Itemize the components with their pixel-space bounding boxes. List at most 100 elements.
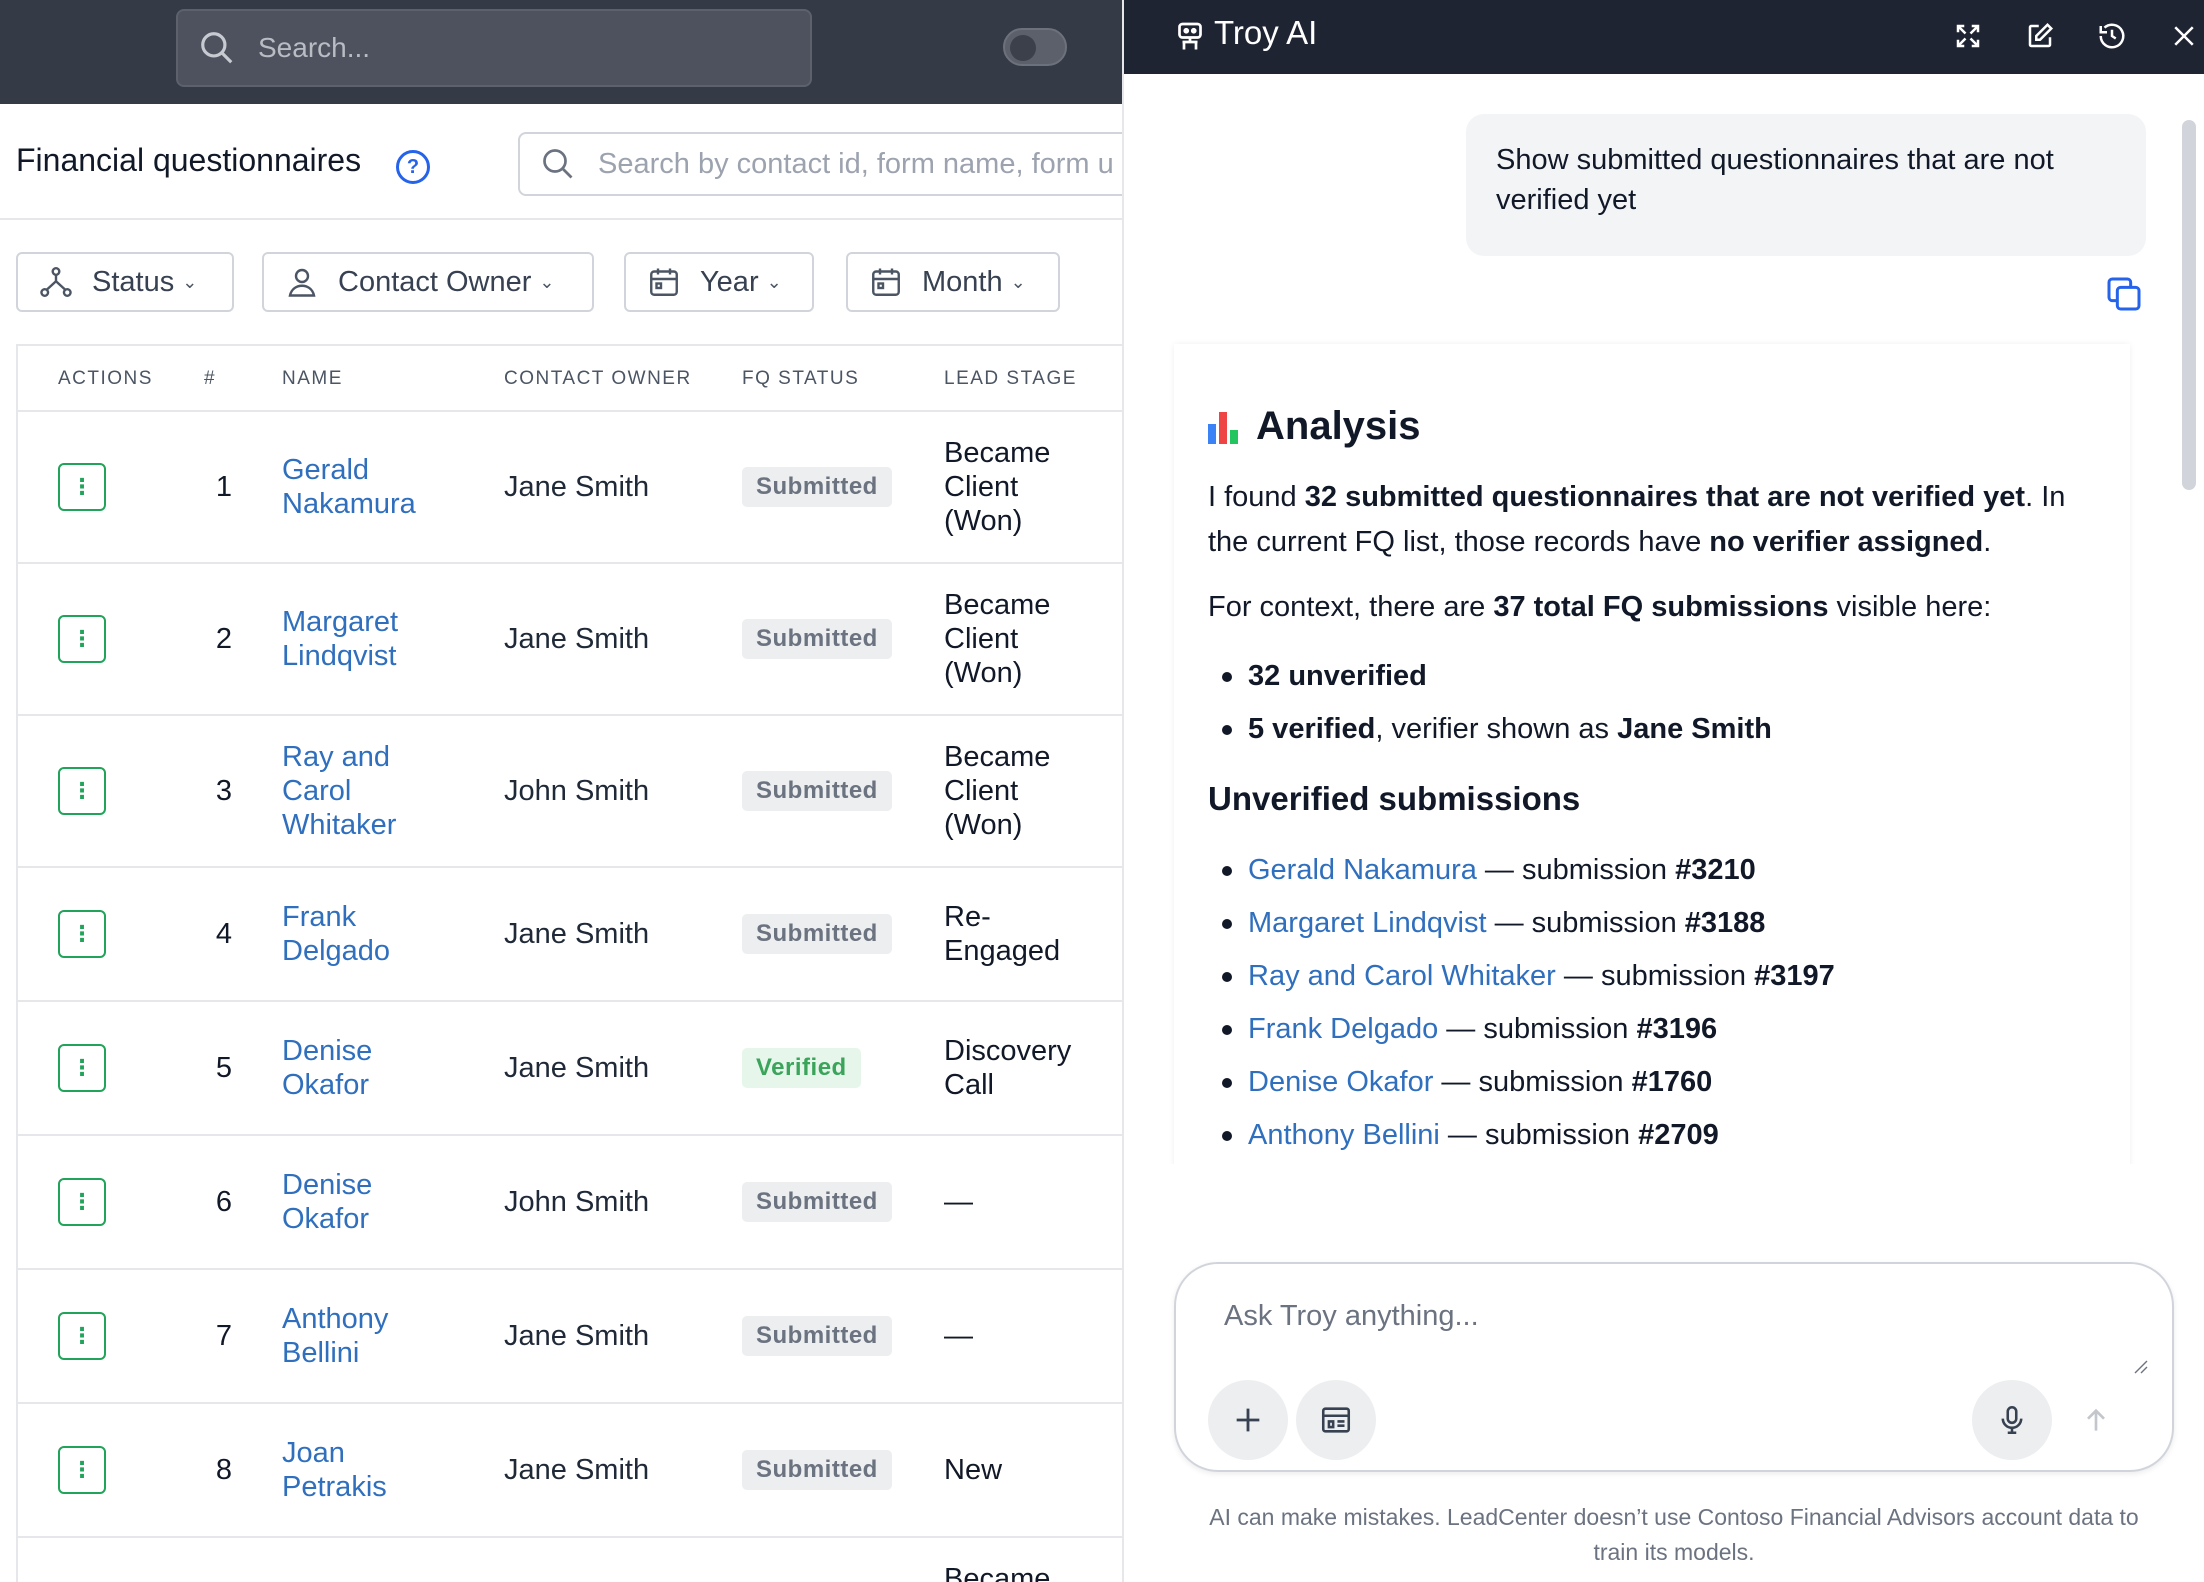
contact-name-link[interactable]: Margaret Lindqvist bbox=[282, 605, 432, 673]
table-row: ⋮ 1 Gerald Nakamura Jane Smith Submitted… bbox=[18, 412, 1122, 564]
month-filter[interactable]: Month ⌄ bbox=[846, 252, 1060, 312]
close-icon[interactable] bbox=[2164, 16, 2204, 56]
table-row: ⋮ 6 Denise Okafor John Smith Submitted — bbox=[18, 1136, 1122, 1270]
toggle-knob bbox=[1010, 35, 1036, 61]
contact-name-link[interactable]: Ray and Carol Whitaker bbox=[282, 740, 432, 842]
text-span: , verifier shown as bbox=[1375, 713, 1618, 745]
history-icon[interactable] bbox=[2092, 16, 2132, 56]
contact-owner-filter-label: Contact Owner bbox=[338, 265, 532, 298]
header-lead-stage[interactable]: LEAD STAGE bbox=[944, 368, 1077, 390]
row-number: 3 bbox=[215, 775, 233, 807]
contact-owner: Jane Smith bbox=[504, 918, 650, 950]
templates-button[interactable] bbox=[1296, 1380, 1376, 1460]
chevron-down-icon: ⌄ bbox=[766, 271, 782, 292]
row-actions-button[interactable]: ⋮ bbox=[58, 615, 106, 663]
header-number: # bbox=[204, 368, 217, 389]
lead-stage: Became Client (Won) bbox=[944, 741, 1051, 841]
form-search-input[interactable]: Search by contact id, form name, form u bbox=[518, 132, 1122, 196]
row-number: 1 bbox=[215, 471, 233, 503]
contact-link[interactable]: Margaret Lindqvist bbox=[1248, 907, 1487, 939]
contact-name-link[interactable]: Joan Petrakis bbox=[282, 1436, 432, 1504]
app-root: Search... Financial questionnaires ? Sea… bbox=[0, 0, 2204, 1582]
copy-icon[interactable] bbox=[2104, 274, 2144, 314]
row-actions-button[interactable]: ⋮ bbox=[58, 1312, 106, 1360]
text-span: visible here: bbox=[1828, 591, 1992, 623]
list-item: Ray and Carol Whitaker — submission #319… bbox=[1222, 950, 2130, 1003]
theme-toggle[interactable] bbox=[1003, 28, 1067, 66]
submission-id: #1760 bbox=[1631, 1066, 1713, 1098]
unverified-list: Gerald Nakamura — submission #3210 Marga… bbox=[1222, 844, 2130, 1162]
user-message: Show submitted questionnaires that are n… bbox=[1466, 114, 2146, 256]
status-badge: Submitted bbox=[742, 914, 892, 954]
robot-icon bbox=[1178, 22, 1202, 50]
microphone-icon bbox=[2001, 1405, 2023, 1435]
arrow-up-icon bbox=[2087, 1408, 2105, 1431]
send-button[interactable] bbox=[2076, 1400, 2116, 1440]
contact-owner-filter[interactable]: Contact Owner ⌄ bbox=[262, 252, 594, 312]
lead-stage: Became Client (Won) bbox=[944, 437, 1051, 537]
row-actions-button[interactable]: ⋮ bbox=[58, 463, 106, 511]
header-name[interactable]: NAME bbox=[282, 368, 343, 390]
bold-text: no verifier assigned bbox=[1709, 526, 1984, 558]
voice-input-button[interactable] bbox=[1972, 1380, 2052, 1460]
contact-link[interactable]: Denise Okafor bbox=[1248, 1066, 1433, 1098]
branch-icon bbox=[40, 266, 72, 297]
text-span: — submission bbox=[1476, 854, 1676, 886]
row-actions-button[interactable]: ⋮ bbox=[58, 1446, 106, 1494]
calendar-icon bbox=[650, 268, 678, 296]
contact-link[interactable]: Ray and Carol Whitaker bbox=[1248, 960, 1556, 992]
contact-name-link[interactable]: Anthony Bellini bbox=[282, 1302, 432, 1370]
text-span: — submission bbox=[1555, 960, 1755, 992]
contact-owner: Jane Smith bbox=[504, 1052, 650, 1084]
table-row: ⋮ 2 Margaret Lindqvist Jane Smith Submit… bbox=[18, 564, 1122, 716]
chat-composer[interactable]: Ask Troy anything... bbox=[1174, 1262, 2174, 1472]
row-number: 6 bbox=[215, 1186, 233, 1218]
contact-name-link[interactable]: Denise Okafor bbox=[282, 1168, 432, 1236]
list-item: Gerald Nakamura — submission #3210 bbox=[1222, 844, 2130, 897]
submission-id: #3188 bbox=[1684, 907, 1766, 939]
scrollbar[interactable] bbox=[2182, 120, 2196, 490]
row-actions-button[interactable]: ⋮ bbox=[58, 1178, 106, 1226]
text-span: — submission bbox=[1433, 1066, 1632, 1098]
unverified-heading: Unverified submissions bbox=[1208, 780, 1581, 817]
help-icon[interactable]: ? bbox=[396, 150, 430, 184]
row-actions-button[interactable]: ⋮ bbox=[58, 767, 106, 815]
verification-breakdown: 32 unverified 5 verified, verifier shown… bbox=[1222, 650, 2130, 756]
user-icon bbox=[288, 268, 316, 297]
text-span: — submission bbox=[1439, 1119, 1639, 1151]
expand-icon[interactable] bbox=[1948, 16, 1988, 56]
header-actions: ACTIONS bbox=[58, 368, 153, 389]
lead-stage: — bbox=[944, 1320, 973, 1352]
analysis-context: For context, there are 37 total FQ submi… bbox=[1208, 585, 2108, 630]
bold-text: 5 verified bbox=[1248, 713, 1376, 745]
status-badge: Submitted bbox=[742, 619, 892, 659]
resize-grip-icon[interactable] bbox=[2132, 1358, 2148, 1374]
new-chat-icon[interactable] bbox=[2020, 16, 2060, 56]
contact-link[interactable]: Frank Delgado bbox=[1248, 1013, 1438, 1045]
table-row: ⋮ 5 Denise Okafor Jane Smith Verified Di… bbox=[18, 1002, 1122, 1136]
year-filter[interactable]: Year ⌄ bbox=[624, 252, 814, 312]
status-badge: Submitted bbox=[742, 1450, 892, 1490]
assistant-title: Troy AI bbox=[1214, 14, 1318, 51]
bold-text: 32 unverified bbox=[1248, 660, 1427, 692]
row-actions-button[interactable]: ⋮ bbox=[58, 910, 106, 958]
contact-link[interactable]: Anthony Bellini bbox=[1248, 1119, 1440, 1151]
contact-link[interactable]: Gerald Nakamura bbox=[1248, 854, 1477, 886]
global-search-input[interactable]: Search... bbox=[176, 9, 812, 87]
composer-placeholder[interactable]: Ask Troy anything... bbox=[1224, 1300, 1479, 1333]
contact-name-link[interactable]: Denise Okafor bbox=[282, 1034, 432, 1102]
header-contact-owner[interactable]: CONTACT OWNER bbox=[504, 368, 692, 390]
lead-stage: Became bbox=[944, 1563, 1051, 1582]
table-row: Became bbox=[18, 1538, 1122, 1582]
header-fq-status[interactable]: FQ STATUS bbox=[742, 368, 859, 390]
row-actions-button[interactable]: ⋮ bbox=[58, 1044, 106, 1092]
analysis-heading-text: Analysis bbox=[1256, 404, 1421, 448]
search-icon bbox=[201, 32, 233, 64]
contact-name-link[interactable]: Gerald Nakamura bbox=[282, 453, 432, 521]
layout-icon bbox=[1321, 1407, 1351, 1433]
status-badge: Submitted bbox=[742, 467, 892, 507]
assistant-panel: Troy AI Show submitted questionnaires th… bbox=[1122, 0, 2204, 1582]
contact-name-link[interactable]: Frank Delgado bbox=[282, 900, 432, 968]
add-attachment-button[interactable] bbox=[1208, 1380, 1288, 1460]
status-filter[interactable]: Status ⌄ bbox=[16, 252, 234, 312]
